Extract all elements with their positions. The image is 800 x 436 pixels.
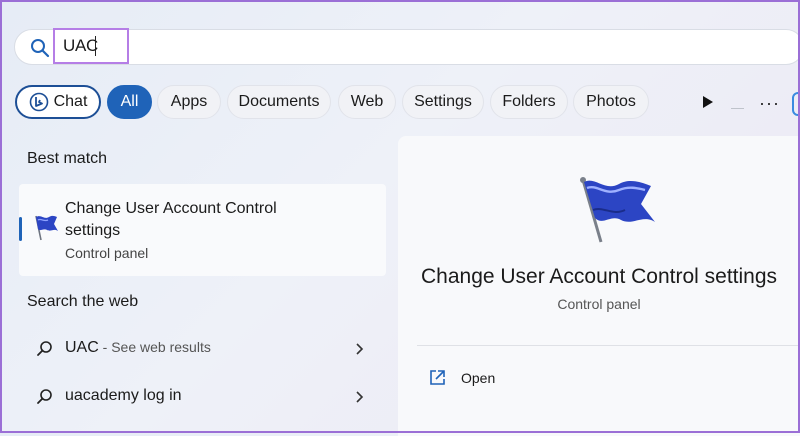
open-external-icon[interactable] [428, 369, 446, 392]
text-caret [95, 36, 96, 56]
uac-flag-icon [575, 176, 657, 251]
filter-folders[interactable]: Folders [490, 85, 568, 119]
filter-apps[interactable]: Apps [157, 85, 221, 119]
search-bar[interactable] [14, 29, 800, 65]
search-input[interactable]: UAC [63, 36, 98, 56]
detail-divider [417, 345, 800, 346]
bing-chat-icon [29, 92, 49, 112]
detail-title: Change User Account Control settings [420, 265, 778, 288]
filter-web[interactable]: Web [338, 85, 396, 119]
uac-flag-icon [30, 212, 60, 247]
open-action-label[interactable]: Open [461, 370, 495, 386]
best-match-subtitle: Control panel [65, 245, 149, 261]
filter-all[interactable]: All [107, 85, 152, 119]
chevron-right-icon[interactable] [355, 390, 365, 409]
web-result-suffix: - See web results [98, 339, 211, 355]
filter-settings[interactable]: Settings [402, 85, 484, 119]
selection-indicator [19, 217, 22, 241]
best-match-heading: Best match [27, 150, 108, 167]
search-the-web-heading: Search the web [27, 293, 139, 310]
filter-documents[interactable]: Documents [227, 85, 331, 119]
web-result-query: UAC [65, 339, 99, 356]
web-result-text: UAC - See web results [65, 339, 211, 357]
best-match-title: Change User Account Control settings [65, 200, 277, 239]
web-result-text: uacademy log in [65, 387, 182, 404]
search-icon [36, 388, 54, 411]
chevron-right-icon[interactable] [355, 342, 365, 361]
search-icon [30, 38, 50, 63]
filter-photos[interactable]: Photos [573, 85, 649, 119]
search-input-highlight[interactable]: UAC [53, 28, 129, 64]
toolbar-divider [731, 108, 744, 109]
detail-subtitle: Control panel [557, 296, 641, 312]
copilot-icon[interactable] [792, 92, 800, 116]
play-more-filters-icon[interactable] [702, 95, 714, 114]
filter-chat-label: Chat [53, 93, 88, 110]
filter-chat[interactable]: Chat [15, 85, 101, 119]
more-options-icon[interactable]: ··· [759, 94, 780, 112]
search-icon [36, 340, 54, 363]
